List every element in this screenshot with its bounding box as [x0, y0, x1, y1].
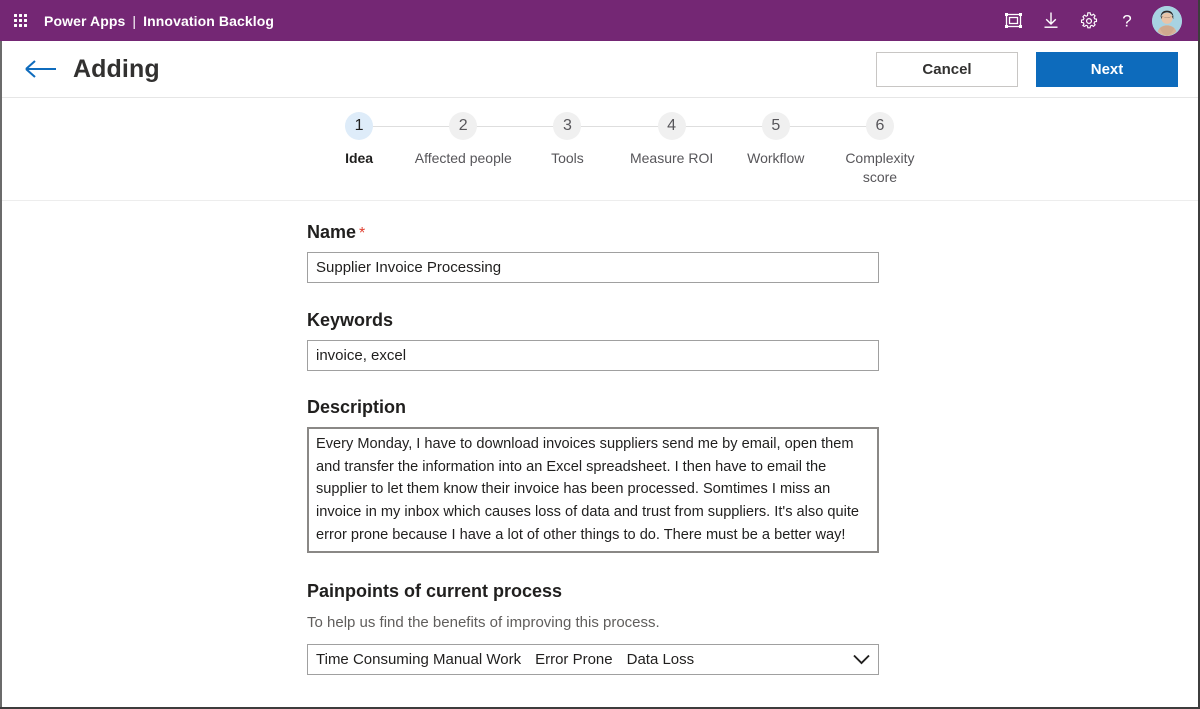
step-3-tools[interactable]: 3 Tools [515, 112, 619, 187]
description-field-group: Description Every Monday, I have to down… [307, 397, 879, 553]
stepper-track: 1 Idea 2 Affected people 3 Tools [307, 112, 932, 187]
step-6-complexity-score[interactable]: 6 Complexity score [828, 112, 932, 187]
wizard-stepper: 1 Idea 2 Affected people 3 Tools [0, 98, 1200, 201]
settings-gear-icon[interactable] [1070, 0, 1108, 41]
step-number: 4 [658, 112, 686, 140]
keywords-label: Keywords [307, 310, 879, 331]
painpoints-label: Painpoints of current process [307, 581, 879, 602]
step-circle-row: 6 [828, 112, 932, 140]
fullscreen-icon[interactable] [994, 0, 1032, 41]
painpoints-help-text: To help us find the benefits of improvin… [307, 614, 879, 631]
step-circle-row: 1 [307, 112, 411, 140]
suite-branding[interactable]: Power Apps | Innovation Backlog [44, 13, 274, 29]
page-title: Adding [73, 55, 160, 84]
step-number: 6 [866, 112, 894, 140]
brand-separator: | [132, 13, 136, 29]
help-icon[interactable]: ? [1108, 0, 1146, 41]
description-label: Description [307, 397, 879, 418]
step-number: 1 [345, 112, 373, 140]
cancel-button[interactable]: Cancel [876, 52, 1018, 87]
step-circle-row: 3 [515, 112, 619, 140]
painpoints-dropdown[interactable]: Time Consuming Manual Work Error Prone D… [307, 644, 879, 675]
step-circle-row: 5 [724, 112, 828, 140]
step-1-idea[interactable]: 1 Idea [307, 112, 411, 187]
step-label: Tools [551, 149, 584, 168]
name-field-group: Name* [307, 222, 879, 283]
step-label: Idea [345, 149, 373, 168]
painpoints-selected-values: Time Consuming Manual Work Error Prone D… [316, 651, 850, 668]
step-label: Complexity score [828, 149, 932, 187]
step-number: 3 [553, 112, 581, 140]
next-button[interactable]: Next [1036, 52, 1178, 87]
idea-form: Name* Keywords Description Every Monday,… [0, 222, 1200, 675]
waffle-grid-icon [14, 14, 27, 27]
description-textarea[interactable]: Every Monday, I have to download invoice… [307, 427, 879, 553]
avatar[interactable] [1152, 6, 1182, 36]
step-label: Measure ROI [630, 149, 713, 168]
page-header: Adding Cancel Next [0, 41, 1200, 98]
step-number: 2 [449, 112, 477, 140]
step-4-measure-roi[interactable]: 4 Measure ROI [620, 112, 724, 187]
painpoint-chip: Data Loss [627, 651, 695, 668]
required-asterisk: * [359, 225, 365, 242]
power-apps-window: Power Apps | Innovation Backlog [0, 0, 1200, 709]
step-2-affected-people[interactable]: 2 Affected people [411, 112, 515, 187]
window-border-left [0, 41, 2, 709]
step-circle-row: 2 [411, 112, 515, 140]
step-5-workflow[interactable]: 5 Workflow [724, 112, 828, 187]
step-label: Affected people [415, 149, 512, 168]
keywords-input[interactable] [307, 340, 879, 371]
app-name: Innovation Backlog [143, 13, 274, 29]
back-arrow-icon[interactable] [20, 48, 62, 90]
waffle-menu-icon[interactable] [0, 0, 40, 41]
chevron-down-icon[interactable] [850, 653, 872, 666]
step-number: 5 [762, 112, 790, 140]
step-circle-row: 4 [620, 112, 724, 140]
name-label-text: Name [307, 222, 356, 242]
name-input[interactable] [307, 252, 879, 283]
keywords-field-group: Keywords [307, 310, 879, 371]
brand-name: Power Apps [44, 13, 125, 29]
painpoints-field-group: Painpoints of current process To help us… [307, 581, 879, 675]
suite-bar: Power Apps | Innovation Backlog [0, 0, 1200, 41]
name-label: Name* [307, 222, 879, 243]
painpoint-chip: Error Prone [535, 651, 613, 668]
suite-bar-actions: ? [994, 0, 1186, 41]
svg-text:?: ? [1122, 12, 1131, 30]
download-icon[interactable] [1032, 0, 1070, 41]
step-label: Workflow [747, 149, 804, 168]
painpoint-chip: Time Consuming Manual Work [316, 651, 521, 668]
